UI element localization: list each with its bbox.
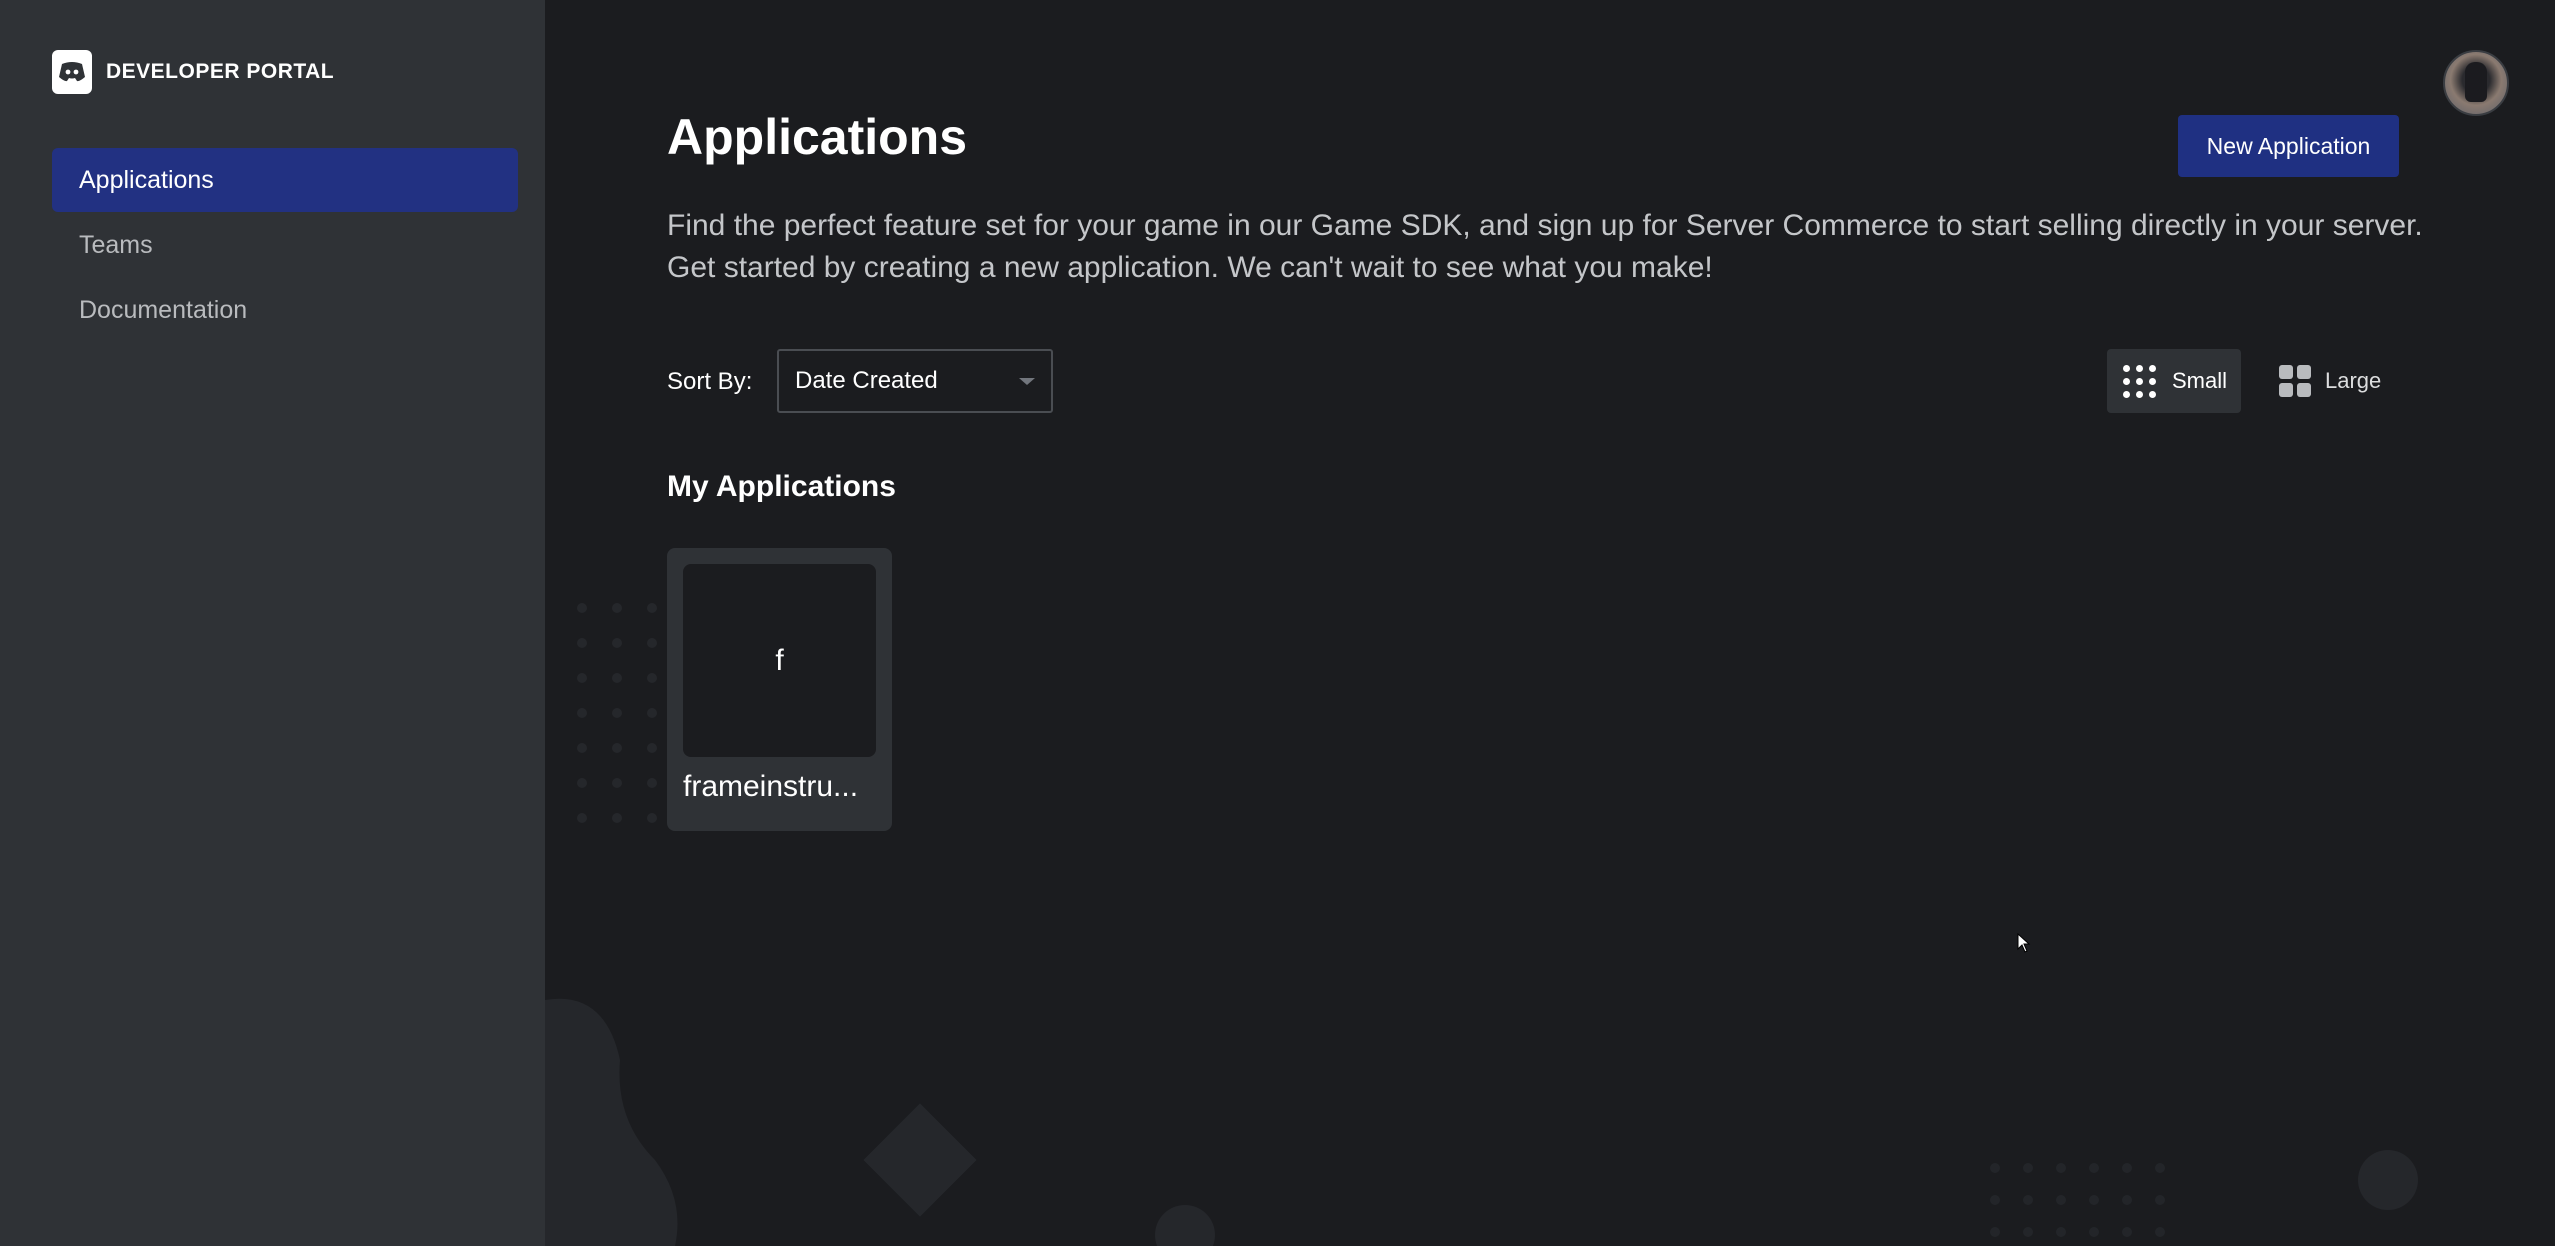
sidebar-nav: Applications Teams Documentation <box>52 148 518 343</box>
small-grid-icon <box>2123 364 2156 398</box>
user-avatar[interactable] <box>2443 50 2509 116</box>
view-toggle-small[interactable]: Small <box>2107 349 2241 413</box>
app-initial: f <box>775 643 784 677</box>
my-applications-title: My Applications <box>667 470 896 503</box>
large-grid-icon <box>2279 365 2311 397</box>
app-name: frameinstru... <box>683 770 859 803</box>
sort-label: Sort By: <box>667 368 753 395</box>
brand[interactable]: DEVELOPER PORTAL <box>52 50 334 94</box>
view-small-label: Small <box>2172 368 2228 393</box>
discord-logo-icon <box>52 50 92 94</box>
mouse-cursor-icon <box>2017 933 2031 953</box>
sidebar-item-applications[interactable]: Applications <box>52 148 518 212</box>
sidebar-item-documentation[interactable]: Documentation <box>52 278 518 342</box>
view-toggle-large[interactable]: Large <box>2263 349 2397 413</box>
view-large-label: Large <box>2325 368 2382 393</box>
sort-selected-value: Date Created <box>795 367 938 394</box>
sidebar: DEVELOPER PORTAL Applications Teams Docu… <box>0 0 545 1246</box>
main-content: Applications New Application Find the pe… <box>545 0 2555 1246</box>
brand-name: DEVELOPER PORTAL <box>106 60 335 83</box>
page-description: Find the perfect feature set for your ga… <box>667 209 2423 284</box>
app-card[interactable]: f frameinstru... <box>667 548 892 831</box>
app-icon-placeholder: f <box>683 564 876 757</box>
new-application-button[interactable]: New Application <box>2178 115 2399 177</box>
page-title: Applications <box>667 109 968 165</box>
chevron-down-icon <box>1019 378 1035 385</box>
sidebar-item-teams[interactable]: Teams <box>52 213 518 277</box>
sort-select[interactable]: Date Created <box>777 349 1053 413</box>
